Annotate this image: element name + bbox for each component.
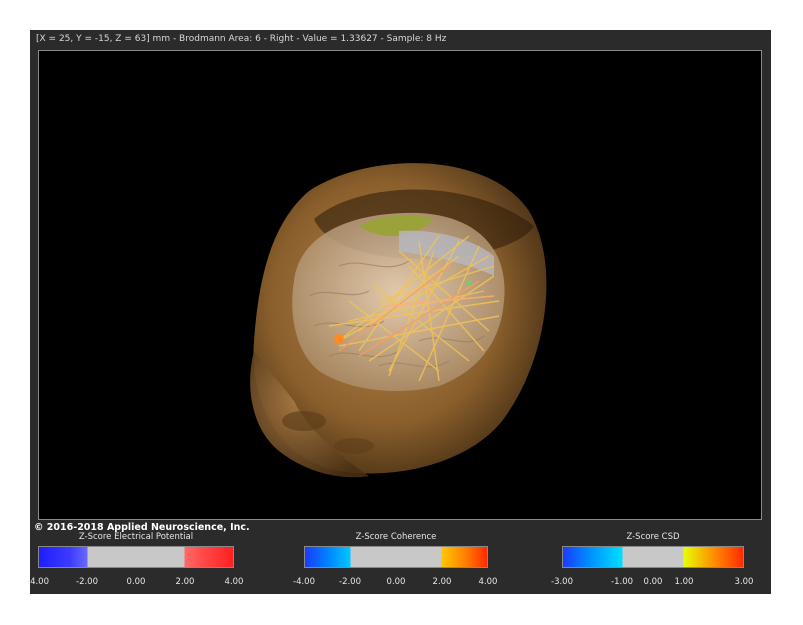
legend-title: Z-Score CSD bbox=[626, 532, 680, 542]
coordinate-status-line: [X = 25, Y = -15, Z = 63] mm - Brodmann … bbox=[36, 34, 447, 44]
active-node bbox=[466, 280, 472, 286]
tick-label: -4.00 bbox=[293, 577, 315, 587]
tick-label: 4.00 bbox=[224, 577, 244, 587]
legend-title: Z-Score Coherence bbox=[355, 532, 437, 542]
tick-label: 0.00 bbox=[386, 577, 406, 587]
brain-viewer-window: [X = 25, Y = -15, Z = 63] mm - Brodmann … bbox=[27, 30, 771, 594]
head-render bbox=[250, 163, 547, 478]
color-scale-bar bbox=[38, 546, 234, 568]
tick-label: -3.00 bbox=[551, 577, 573, 587]
tick-label: -2.00 bbox=[339, 577, 361, 587]
color-scale-bar bbox=[562, 546, 744, 568]
tick-label: 2.00 bbox=[432, 577, 452, 587]
color-scale-bar bbox=[304, 546, 488, 568]
legend-electrical-potential: Z-Score Electrical Potential -4.00 -2.00… bbox=[27, 532, 243, 592]
active-node bbox=[334, 334, 344, 344]
tick-label: 4.00 bbox=[478, 577, 498, 587]
legend-csd: Z-Score CSD -3.00 -1.00 0.00 1.00 3.00 bbox=[551, 532, 753, 592]
tick-label: -2.00 bbox=[76, 577, 98, 587]
3d-brain-viewport[interactable] bbox=[38, 50, 762, 520]
legend-coherence: Z-Score Coherence -4.00 -2.00 0.00 2.00 … bbox=[293, 532, 497, 592]
tick-label: 0.00 bbox=[643, 577, 663, 587]
tick-label: -1.00 bbox=[611, 577, 634, 587]
legend-title: Z-Score Electrical Potential bbox=[78, 532, 194, 542]
tick-label: -4.00 bbox=[27, 577, 49, 587]
tick-label: 2.00 bbox=[175, 577, 195, 587]
tick-label: 3.00 bbox=[734, 577, 754, 587]
tick-label: 1.00 bbox=[674, 577, 694, 587]
tick-label: 0.00 bbox=[126, 577, 146, 587]
